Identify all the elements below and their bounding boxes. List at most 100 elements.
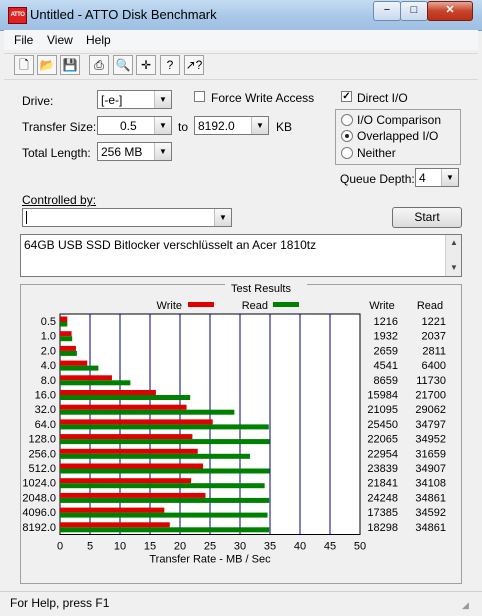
move-icon: ✛ <box>140 58 152 72</box>
context-help-button[interactable]: ↗? <box>184 55 204 75</box>
category-label: 2.0 <box>41 345 56 357</box>
write-value: 21095 <box>367 404 398 416</box>
overlapped-io-label: Overlapped I/O <box>357 129 439 143</box>
menu-separator <box>4 53 478 54</box>
category-label: 512.0 <box>28 463 56 475</box>
x-tick-label: 0 <box>57 541 63 553</box>
queue-depth-label: Queue Depth: <box>340 172 415 186</box>
x-axis-label: Transfer Rate - MB / Sec <box>149 554 271 566</box>
write-bar <box>60 478 192 484</box>
menu-view[interactable]: View <box>47 33 73 47</box>
write-value: 2659 <box>374 345 398 357</box>
results-chart: Test Results Write Read Write Read Trans… <box>22 280 446 566</box>
read-bar <box>60 365 99 371</box>
read-legend-label: Read <box>242 300 268 312</box>
write-legend-label: Write <box>157 300 182 312</box>
category-label: 8192.0 <box>22 522 56 534</box>
total-length-label: Total Length: <box>22 146 91 160</box>
x-tick-label: 35 <box>264 541 276 553</box>
maximize-button[interactable]: □ <box>400 1 428 21</box>
scroll-up-icon[interactable]: ▲ <box>446 235 462 251</box>
queue-depth-value: 4 <box>419 171 426 185</box>
drive-label: Drive: <box>22 94 54 108</box>
read-value: 34592 <box>415 507 446 519</box>
read-bar <box>60 350 77 356</box>
x-tick-label: 40 <box>294 541 306 553</box>
controlled-by-select[interactable]: ▼ <box>22 208 232 227</box>
force-write-label: Force Write Access <box>211 91 315 105</box>
transfer-size-to-select[interactable]: 8192.0 ▼ <box>194 116 269 135</box>
category-label: 256.0 <box>28 448 56 460</box>
transfer-to-value: 8192.0 <box>198 119 235 133</box>
description-textarea[interactable]: 64GB USB SSD Bitlocker verschlüsselt an … <box>20 234 462 277</box>
transfer-size-from-select[interactable]: 0.5 ▼ <box>97 116 172 135</box>
write-bar <box>60 360 88 366</box>
read-bar <box>60 336 73 342</box>
overlapped-io-radio[interactable] <box>341 130 353 142</box>
move-button[interactable]: ✛ <box>136 55 156 75</box>
read-bar <box>60 321 68 327</box>
menu-help[interactable]: Help <box>86 33 111 47</box>
close-button[interactable]: ✕ <box>427 1 473 21</box>
read-bar <box>60 453 250 459</box>
x-tick-label: 50 <box>354 541 366 553</box>
queue-depth-select[interactable]: 4 ▼ <box>415 168 459 187</box>
category-label: 4.0 <box>41 360 56 372</box>
category-label: 64.0 <box>35 419 56 431</box>
read-bar <box>60 439 270 445</box>
open-icon: 📂 <box>39 58 55 72</box>
print-preview-icon: 🔍 <box>115 58 131 72</box>
help-button[interactable]: ? <box>160 55 180 75</box>
description-scrollbar[interactable]: ▲ ▼ <box>445 235 461 276</box>
print-preview-button[interactable]: 🔍 <box>113 55 133 75</box>
io-comparison-radio[interactable] <box>341 114 353 126</box>
read-bar <box>60 395 191 400</box>
write-bar <box>60 375 112 381</box>
category-label: 1024.0 <box>22 478 56 490</box>
write-value: 15984 <box>367 390 398 402</box>
write-value: 1216 <box>374 316 398 328</box>
print-icon: ⎙ <box>94 58 104 72</box>
start-button[interactable]: Start <box>392 207 462 228</box>
neither-radio[interactable] <box>341 147 353 159</box>
read-bar <box>60 424 269 430</box>
neither-label: Neither <box>357 146 396 160</box>
write-value: 4541 <box>374 360 398 372</box>
read-value: 34907 <box>415 463 446 475</box>
read-bar <box>60 409 235 415</box>
write-bar <box>60 492 206 498</box>
controlled-by-label: Controlled by: <box>22 193 97 207</box>
minimize-button[interactable]: − <box>373 1 401 21</box>
write-bar <box>60 463 204 469</box>
category-label: 16.0 <box>35 390 56 402</box>
drive-select[interactable]: [-e-] ▼ <box>97 90 172 109</box>
write-bar <box>60 522 170 528</box>
read-value: 34861 <box>415 492 446 504</box>
write-column-header: Write <box>369 300 394 312</box>
open-button[interactable]: 📂 <box>37 55 57 75</box>
category-label: 32.0 <box>35 404 56 416</box>
save-button[interactable]: 💾 <box>60 55 80 75</box>
new-button[interactable]: 🗋 <box>14 55 34 75</box>
help-icon: ? <box>166 58 174 72</box>
read-bar <box>60 483 265 489</box>
new-icon: 🗋 <box>19 58 29 72</box>
chevron-down-icon: ▼ <box>214 209 231 226</box>
write-value: 25450 <box>367 419 398 431</box>
unit-label: KB <box>276 120 293 134</box>
context-help-icon: ↗? <box>185 58 203 72</box>
chevron-down-icon: ▼ <box>154 143 171 160</box>
read-value: 34108 <box>415 478 446 490</box>
write-bar <box>60 404 187 410</box>
direct-io-checkbox[interactable]: ✓ <box>341 91 352 102</box>
category-label: 0.5 <box>41 316 56 328</box>
status-text: For Help, press F1 <box>10 596 110 610</box>
scroll-down-icon[interactable]: ▼ <box>446 260 462 276</box>
total-length-select[interactable]: 256 MB ▼ <box>97 142 172 161</box>
transfer-size-label: Transfer Size: <box>22 120 97 134</box>
force-write-checkbox[interactable] <box>194 91 205 102</box>
menu-file[interactable]: File <box>14 33 33 47</box>
read-value: 31659 <box>415 448 446 460</box>
resize-grip-icon[interactable]: ◢ <box>462 600 474 612</box>
print-button[interactable]: ⎙ <box>89 55 109 75</box>
